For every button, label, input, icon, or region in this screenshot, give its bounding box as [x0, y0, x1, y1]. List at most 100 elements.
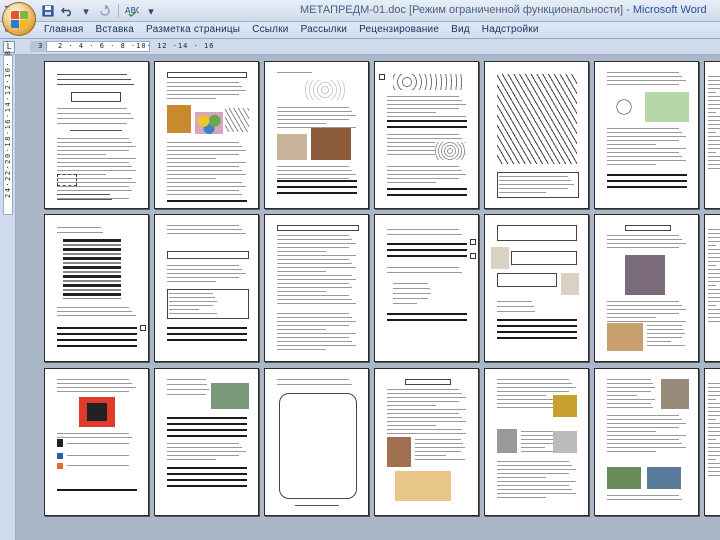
text-line: [167, 186, 246, 188]
ribbon-tab[interactable]: Главная: [44, 24, 95, 35]
text-line: [607, 156, 683, 158]
office-button[interactable]: [2, 2, 36, 36]
text-line: [169, 293, 213, 295]
page-thumbnail[interactable]: [154, 368, 259, 516]
ribbon-tab[interactable]: Вид: [451, 24, 482, 35]
text-line: [607, 84, 680, 86]
text-line: [497, 485, 570, 487]
page-image: [607, 467, 641, 489]
ribbon-tab[interactable]: Разметка страницы: [146, 24, 252, 35]
document-workspace[interactable]: [17, 56, 720, 540]
page-thumbnail[interactable]: [264, 61, 369, 209]
text-line: [607, 439, 680, 441]
title-separator: -: [623, 4, 633, 16]
text-line: [607, 128, 680, 130]
page-thumbnail[interactable]: [44, 368, 149, 516]
page-image: [561, 273, 579, 295]
customize-toolbar-icon[interactable]: ▾: [143, 3, 159, 19]
text-line: [57, 138, 130, 140]
page-thumbnail[interactable]: [484, 368, 589, 516]
answer-line: [497, 319, 577, 321]
page-thumbnail[interactable]: [484, 214, 589, 362]
text-line: [277, 299, 353, 301]
page-thumbnail[interactable]: [594, 214, 699, 362]
page-thumbnail[interactable]: [374, 214, 479, 362]
page-image: [607, 323, 643, 351]
text-line: [387, 116, 466, 118]
ribbon-tab[interactable]: Вставка: [95, 24, 146, 35]
text-line: [167, 277, 240, 279]
text-line: [607, 415, 680, 417]
page-thumbnail[interactable]: [704, 368, 720, 516]
text-line: [708, 84, 720, 86]
text-line: [57, 194, 110, 196]
text-line: [277, 271, 327, 273]
page-thumbnail[interactable]: [484, 61, 589, 209]
dashed-box: [57, 174, 77, 186]
text-line: [387, 425, 437, 427]
text-line: [167, 182, 243, 184]
spellcheck-icon[interactable]: ABC: [124, 3, 140, 19]
text-line: [387, 182, 437, 184]
undo-icon[interactable]: [59, 3, 75, 19]
text-line: [387, 409, 466, 411]
app-name: Microsoft Word: [632, 4, 707, 16]
text-line: [277, 259, 350, 261]
text-line: [497, 301, 533, 303]
text-line: [415, 447, 465, 449]
text-line: [607, 132, 683, 134]
redo-icon[interactable]: [97, 3, 113, 19]
text-line: [57, 190, 133, 192]
text-line: [708, 391, 720, 393]
text-line: [57, 437, 133, 439]
text-line: [708, 301, 720, 303]
text-line: [277, 166, 350, 168]
page-thumbnail[interactable]: [594, 61, 699, 209]
ribbon-tab[interactable]: Рецензирование: [359, 24, 451, 35]
page-thumbnail[interactable]: [154, 61, 259, 209]
page-thumbnail[interactable]: [264, 214, 369, 362]
text-line: [277, 295, 350, 297]
text-line: [167, 394, 206, 396]
text-line: [607, 247, 680, 249]
page-image: [435, 142, 465, 160]
save-icon[interactable]: [40, 3, 56, 19]
ribbon-tab[interactable]: Надстройки: [482, 24, 551, 35]
ribbon-tab[interactable]: Ссылки: [252, 24, 300, 35]
text-line: [167, 174, 246, 176]
undo-dropdown-icon[interactable]: ▾: [78, 3, 94, 19]
page-thumbnail[interactable]: [704, 214, 720, 362]
text-line: [415, 439, 461, 441]
text-line: [277, 379, 350, 381]
text-line: [607, 451, 657, 453]
page-thumbnail[interactable]: [154, 214, 259, 362]
page-thumbnail[interactable]: [374, 368, 479, 516]
text-line: [497, 473, 570, 475]
text-line: [708, 313, 720, 315]
page-thumbnail[interactable]: [44, 61, 149, 209]
text-line: [708, 423, 720, 425]
text-line: [708, 249, 720, 251]
answer-line: [167, 327, 247, 329]
page-thumbnail[interactable]: [264, 368, 369, 516]
text-line: [708, 309, 720, 311]
text-line: [167, 265, 240, 267]
page-thumbnail[interactable]: [374, 61, 479, 209]
text-line: [67, 455, 129, 457]
text-line: [607, 419, 683, 421]
text-line: [607, 239, 683, 241]
text-line: [708, 164, 720, 166]
page-thumbnail[interactable]: [704, 61, 720, 209]
text-line: [277, 384, 353, 386]
text-line: [607, 148, 686, 150]
page-thumbnail[interactable]: [594, 368, 699, 516]
text-line: [708, 136, 720, 138]
text-line: [387, 112, 437, 114]
ribbon-tab[interactable]: Рассылки: [301, 24, 359, 35]
horizontal-ruler-bar: L 3 2 · 4 · 6 · 8 ·10· 12 ·14 · 16: [0, 39, 720, 55]
page-thumbnail[interactable]: [44, 214, 149, 362]
answer-line: [387, 319, 467, 321]
text-line: [387, 433, 466, 435]
text-line: [167, 150, 246, 152]
text-line: [708, 317, 720, 319]
